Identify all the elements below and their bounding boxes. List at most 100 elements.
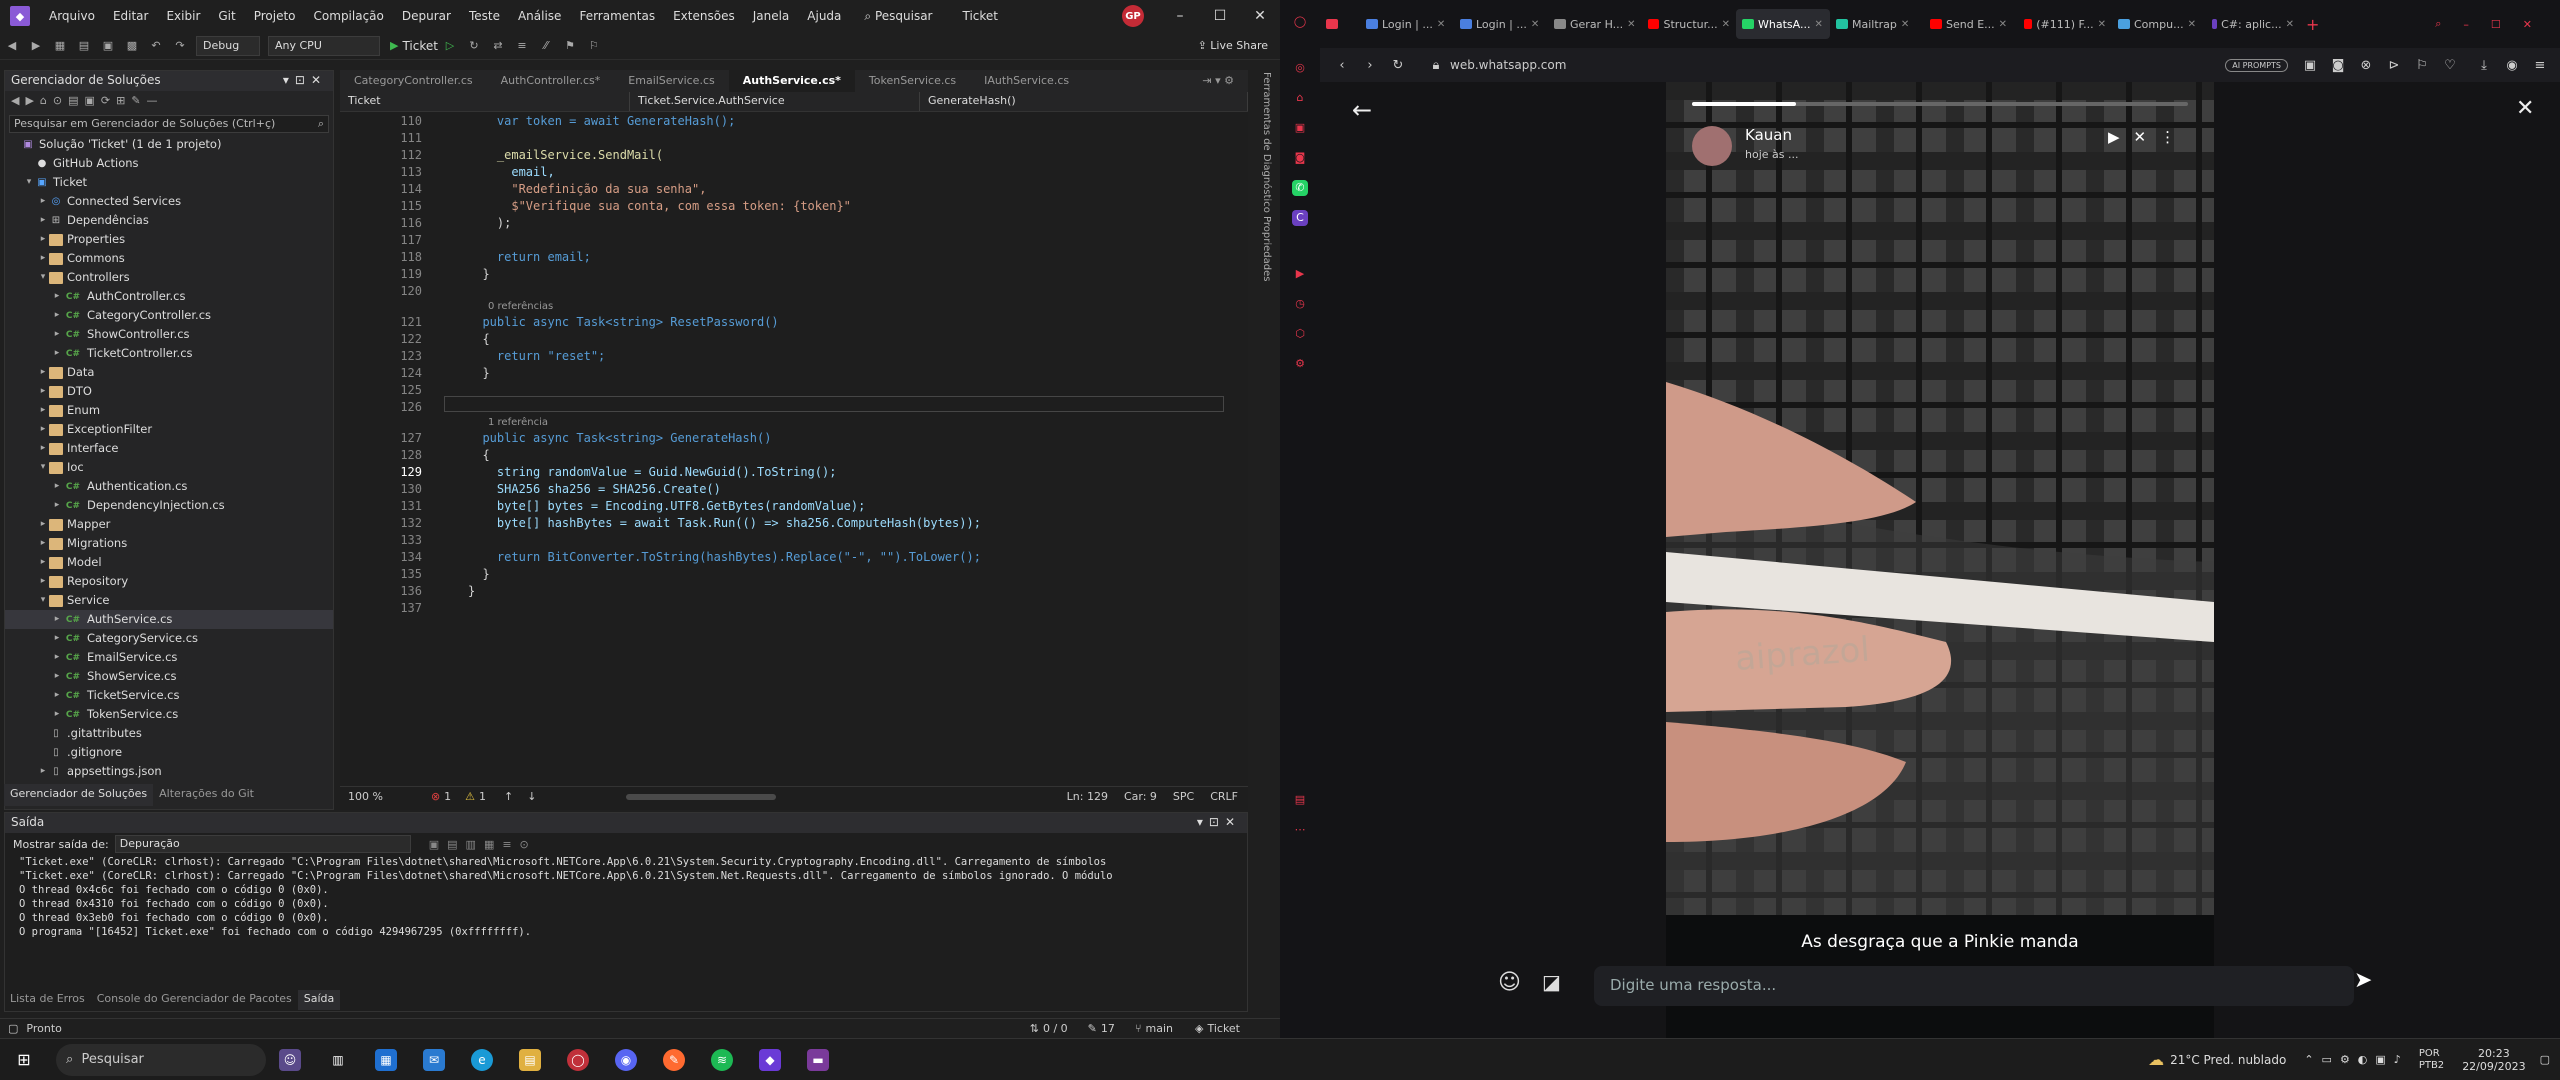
close-icon[interactable]: ✕ [2516,96,2534,121]
browser-tab[interactable]: C#: aplic... ✕ [2206,9,2300,39]
more-options-icon[interactable]: ⋮ [2160,128,2189,146]
code-line[interactable]: "Redefinição da sua senha", [468,182,706,196]
save-all-icon[interactable]: ▩ [123,38,141,54]
minimize-icon[interactable]: – [1160,8,1200,24]
emoji-icon[interactable]: ☺ [1498,970,1521,995]
attach-icon[interactable]: ⇄ [489,38,507,54]
editor-tab[interactable]: AuthController.cs* [487,70,615,92]
code-lens-references[interactable]: 1 referência [488,417,548,428]
tree-item[interactable]: ▸ Commons [5,249,333,268]
ai-prompts-button[interactable]: AI PROMPTS [2225,58,2288,72]
visual-studio-icon[interactable]: ◆ [759,1048,781,1071]
download-icon[interactable]: ⤓ [2470,58,2498,73]
code-line[interactable]: $"Verifique sua conta, com essa token: {… [468,199,851,213]
code-lens-references[interactable]: 0 referências [488,301,553,312]
tab-close-icon[interactable]: ✕ [1901,19,1909,30]
browser-tab[interactable]: Compu... ✕ [2112,9,2206,39]
tree-item[interactable]: ▸ C# CategoryService.cs [5,629,333,648]
tree-expand-icon[interactable]: ▾ [37,591,49,610]
tree-expand-icon[interactable]: ▾ [23,173,35,192]
close-icon[interactable]: ✕ [2523,18,2554,31]
menu-item-9[interactable]: Ferramentas [570,9,664,23]
opera-gx-icon[interactable]: ◯ [567,1048,589,1071]
spotify-icon[interactable]: ≋ [711,1048,733,1071]
menu-item-12[interactable]: Ajuda [798,9,850,23]
tree-expand-icon[interactable]: ▸ [51,496,63,515]
code-line[interactable]: { [468,332,489,346]
pending-edits-count[interactable]: 17 [1101,1022,1115,1035]
tree-item[interactable]: ▸ C# Authentication.cs [5,477,333,496]
browser-tab[interactable]: Send E... ✕ [1924,9,2018,39]
file-explorer-icon[interactable]: ▤ [519,1048,541,1071]
warning-count[interactable]: 1 [479,790,486,803]
menu-item-3[interactable]: Git [209,9,244,23]
restart-icon[interactable]: ↻ [465,38,483,54]
whatsapp-icon[interactable]: ✆ [1292,180,1308,196]
error-count[interactable]: 1 [444,790,451,803]
tree-expand-icon[interactable]: ▸ [37,230,49,249]
git-repo[interactable]: Ticket [1207,1022,1240,1035]
code-line[interactable]: public async Task<string> GenerateHash() [468,431,771,445]
open-icon[interactable]: ▤ [75,38,93,54]
store-icon[interactable]: ▦ [375,1048,397,1071]
opera-logo-icon[interactable]: ◯ [1292,14,1308,30]
tree-item[interactable]: ▸ Properties [5,230,333,249]
bookmark-icon[interactable]: ⚑ [561,38,579,54]
aria-icon[interactable]: ◎ [1292,60,1308,76]
search-highlight-icon[interactable]: ☺ [279,1048,301,1071]
output-source-select[interactable]: Depuração [114,835,411,853]
redo-icon[interactable]: ↷ [171,38,189,54]
save-icon[interactable]: ▣ [99,38,117,54]
code-line[interactable]: return email; [468,250,591,264]
tree-expand-icon[interactable]: ▸ [51,686,63,705]
tab-close-icon[interactable]: ✕ [1437,19,1445,30]
tree-expand-icon[interactable]: ▸ [51,629,63,648]
twitch-icon[interactable]: ▣ [1292,120,1308,136]
live-share-button[interactable]: ⇪ Live Share [1198,39,1268,52]
forward-icon[interactable]: ▶ [27,38,45,54]
avatar[interactable] [1692,126,1732,166]
tree-expand-icon[interactable]: ▸ [37,192,49,211]
edge-icon[interactable]: e [471,1048,493,1071]
project-dropdown[interactable]: Ticket [340,92,630,111]
mute-icon[interactable]: ✕ [2134,128,2161,146]
back-arrow-icon[interactable]: ← [1352,96,1372,124]
tree-item[interactable]: ● GitHub Actions [5,154,333,173]
tree-expand-icon[interactable]: ▸ [37,534,49,553]
maximize-icon[interactable]: ☐ [1200,8,1240,24]
profile-icon[interactable]: ◉ [2498,58,2526,73]
instagram-icon[interactable]: ◙ [1292,150,1308,166]
back-icon[interactable]: ‹ [1328,58,1356,73]
tree-item[interactable]: ▾ Ioc [5,458,333,477]
code-area[interactable]: 110 var token = await GenerateHash(); 111… [340,114,1248,764]
bookmark-icon[interactable]: ⚐ [2408,58,2436,73]
flow-icon[interactable]: ⊗ [2352,58,2380,73]
browser-tab[interactable]: Login | ... ✕ [1360,9,1454,39]
tree-item[interactable]: ▸ Data [5,363,333,382]
more-icon[interactable]: ⋯ [1292,822,1308,838]
tree-expand-icon[interactable]: ▾ [37,458,49,477]
editor-tab[interactable]: CategoryController.cs [340,70,487,92]
next-issue-icon[interactable]: ↓ [527,790,536,803]
new-tab-icon[interactable]: + [2300,9,2325,39]
menu-item-4[interactable]: Projeto [245,9,305,23]
tree-item[interactable]: ▸ Model [5,553,333,572]
tree-expand-icon[interactable]: ▸ [37,420,49,439]
tree-item[interactable]: ▸ C# DependencyInjection.cs [5,496,333,515]
tree-expand-icon[interactable]: ▸ [51,287,63,306]
tree-expand-icon[interactable]: ▸ [51,648,63,667]
tree-expand-icon[interactable]: ▸ [51,344,63,363]
tree-item[interactable]: ▾ Service [5,591,333,610]
tree-expand-icon[interactable]: ▸ [51,325,63,344]
tree-item[interactable]: ▸ C# EmailService.cs [5,648,333,667]
tab-package-console[interactable]: Console do Gerenciador de Pacotes [91,990,298,1010]
tree-item[interactable]: ▸ Mapper [5,515,333,534]
tree-item[interactable]: ▸ ⊞ Dependências [5,211,333,230]
tree-item[interactable]: ▸ C# AuthController.cs [5,287,333,306]
mail-icon[interactable]: ✉ [423,1048,445,1071]
tree-expand-icon[interactable]: ▸ [37,211,49,230]
task-view-icon[interactable]: ▥ [327,1049,349,1071]
maximize-icon[interactable]: ☐ [2491,18,2523,31]
tree-item[interactable]: ▸ C# TicketController.cs [5,344,333,363]
format-icon[interactable]: ≡ [513,38,531,54]
